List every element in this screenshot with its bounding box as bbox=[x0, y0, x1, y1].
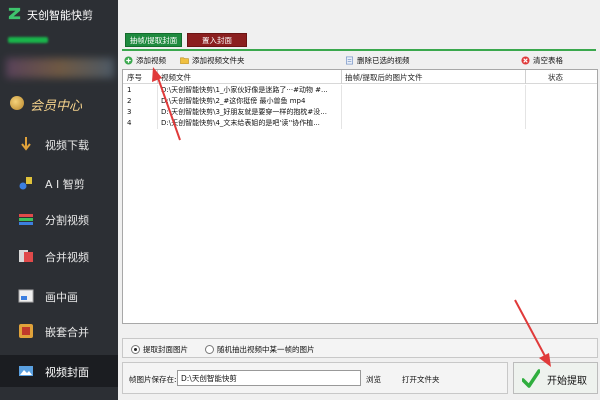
app-logo-icon bbox=[8, 7, 21, 20]
sidebar-item-label: 画中画 bbox=[45, 291, 78, 304]
column-divider bbox=[157, 118, 158, 129]
checkmark-icon bbox=[522, 369, 540, 388]
table-row[interactable]: 2 D:\天创智能快剪\2_#这你挺傍 最小兽鱼 mp4 bbox=[123, 96, 597, 107]
row-index: 4 bbox=[127, 119, 132, 127]
table-row[interactable]: 4 D:\天创智能快剪\4_文末给表姐的是吧'读''协作植... bbox=[123, 118, 597, 129]
radio-extract-cover-label: 提取封面图片 bbox=[143, 344, 188, 354]
table-row[interactable]: 3 D:\天创智能快剪\3_好朋友就是要穿一样的抱枕#没... bbox=[123, 107, 597, 118]
column-divider bbox=[157, 70, 158, 84]
row-video-file: D:\天创智能快剪\2_#这你挺傍 最小兽鱼 mp4 bbox=[161, 97, 306, 105]
column-divider bbox=[341, 107, 342, 118]
download-arrow-icon bbox=[21, 137, 31, 151]
extraction-options: 提取封面图片 随机抽出视频中某一帧的图片 bbox=[122, 338, 598, 358]
document-delete-icon bbox=[346, 56, 353, 65]
plus-circle-icon bbox=[124, 56, 133, 65]
header-output-file: 抽帧/提取后的图片文件 bbox=[345, 73, 423, 82]
row-index: 1 bbox=[127, 86, 132, 94]
add-folder-button[interactable]: 添加视频文件夹 bbox=[180, 54, 245, 67]
member-center-label: 会员中心 bbox=[30, 99, 83, 114]
add-video-button[interactable]: 添加视频 bbox=[124, 54, 166, 67]
save-location-label: 帧图片保存在: bbox=[129, 375, 177, 384]
table-header: 序号 视频文件 抽帧/提取后的图片文件 状态 bbox=[123, 70, 597, 84]
folder-icon bbox=[180, 57, 189, 64]
ai-edit-icon bbox=[19, 177, 32, 190]
add-folder-label: 添加视频文件夹 bbox=[192, 56, 245, 65]
column-divider bbox=[525, 70, 526, 84]
sidebar-item-video-cover[interactable]: 视频封面 bbox=[0, 355, 118, 387]
row-video-file: D:\天创智能快剪\4_文末给表姐的是吧'读''协作植... bbox=[161, 119, 320, 127]
save-path-input[interactable] bbox=[177, 370, 361, 386]
picture-in-picture-icon bbox=[18, 289, 34, 303]
sidebar-item-nested-merge[interactable]: 嵌套合并 bbox=[0, 315, 118, 347]
column-divider bbox=[157, 107, 158, 118]
header-status: 状态 bbox=[548, 73, 563, 82]
save-location-row: 帧图片保存在: 浏览 打开文件夹 bbox=[122, 362, 508, 394]
column-divider bbox=[157, 96, 158, 107]
blurred-status-bar bbox=[8, 37, 48, 43]
split-video-icon bbox=[19, 214, 33, 225]
sidebar-item-label: 视频下载 bbox=[45, 139, 89, 152]
blurred-user-info bbox=[6, 58, 114, 78]
column-divider bbox=[157, 85, 158, 96]
radio-random-frame-label: 随机抽出视频中某一帧的图片 bbox=[217, 344, 315, 354]
row-index: 2 bbox=[127, 97, 132, 105]
clear-x-icon bbox=[521, 56, 530, 65]
merge-video-icon bbox=[19, 250, 33, 262]
sidebar-item-picture-in-picture[interactable]: 画中画 bbox=[0, 280, 118, 312]
browse-button[interactable]: 浏览 bbox=[366, 374, 381, 385]
tab-extract-cover[interactable]: 抽帧/提取封面 bbox=[125, 33, 182, 47]
tab-underline bbox=[122, 49, 596, 51]
delete-selected-button[interactable]: 删除已选的视频 bbox=[345, 54, 410, 67]
column-divider bbox=[341, 96, 342, 107]
column-divider bbox=[525, 118, 526, 129]
column-divider bbox=[525, 85, 526, 96]
add-video-label: 添加视频 bbox=[136, 56, 166, 65]
clear-table-button[interactable]: 清空表格 bbox=[521, 54, 563, 67]
radio-dot-icon bbox=[131, 344, 140, 354]
sidebar-item-merge-video[interactable]: 合并视频 bbox=[0, 240, 118, 272]
crown-medal-icon bbox=[10, 96, 24, 110]
header-index: 序号 bbox=[127, 73, 142, 82]
start-extract-label: 开始提取 bbox=[547, 376, 587, 387]
delete-selected-label: 删除已选的视频 bbox=[357, 56, 410, 65]
video-table[interactable]: 序号 视频文件 抽帧/提取后的图片文件 状态 1 D:\天创智能快剪\1_小家伙… bbox=[122, 69, 598, 324]
sidebar-item-split-video[interactable]: 分割视频 bbox=[0, 203, 118, 235]
table-row[interactable]: 1 D:\天创智能快剪\1_小家伙好像是迷路了···#动物 #... bbox=[123, 85, 597, 96]
nested-merge-icon bbox=[19, 324, 33, 338]
app-title: 天创智能快剪 bbox=[27, 9, 93, 22]
sidebar-item-ai-edit[interactable]: A I 智剪 bbox=[0, 167, 118, 199]
video-cover-icon bbox=[19, 366, 33, 376]
radio-random-frame[interactable]: 随机抽出视频中某一帧的图片 bbox=[205, 343, 315, 355]
column-divider bbox=[525, 107, 526, 118]
column-divider bbox=[341, 118, 342, 129]
start-extract-button[interactable]: 开始提取 bbox=[513, 362, 598, 394]
sidebar-item-label: 分割视频 bbox=[45, 214, 89, 227]
column-divider bbox=[341, 70, 342, 84]
member-center-link[interactable]: 会员中心 bbox=[0, 90, 118, 118]
sidebar-item-video-download[interactable]: 视频下载 bbox=[0, 128, 118, 160]
sidebar-item-label: 合并视频 bbox=[45, 251, 89, 264]
open-folder-button[interactable]: 打开文件夹 bbox=[402, 374, 440, 385]
radio-dot-icon bbox=[205, 344, 214, 354]
app-title-bar: 天创智能快剪 bbox=[0, 0, 118, 30]
radio-extract-cover[interactable]: 提取封面图片 bbox=[131, 343, 188, 355]
row-video-file: D:\天创智能快剪\1_小家伙好像是迷路了···#动物 #... bbox=[161, 86, 328, 94]
tab-insert-cover[interactable]: 置入封面 bbox=[187, 33, 247, 47]
sidebar-item-label: 视频封面 bbox=[45, 366, 89, 379]
sidebar-item-label: A I 智剪 bbox=[45, 178, 85, 191]
sidebar: 天创智能快剪 会员中心 视频下载 A I 智剪 分割视频 合并视频 画中画 嵌套… bbox=[0, 0, 118, 400]
row-video-file: D:\天创智能快剪\3_好朋友就是要穿一样的抱枕#没... bbox=[161, 108, 327, 116]
sidebar-item-label: 嵌套合并 bbox=[45, 326, 89, 339]
clear-table-label: 清空表格 bbox=[533, 56, 563, 65]
row-index: 3 bbox=[127, 108, 132, 116]
header-video-file: 视频文件 bbox=[161, 73, 191, 82]
column-divider bbox=[525, 96, 526, 107]
main-panel: 抽帧/提取封面 置入封面 添加视频 添加视频文件夹 删除已选的视频 清空表格 序… bbox=[118, 0, 600, 400]
column-divider bbox=[341, 85, 342, 96]
top-strip bbox=[118, 0, 600, 30]
